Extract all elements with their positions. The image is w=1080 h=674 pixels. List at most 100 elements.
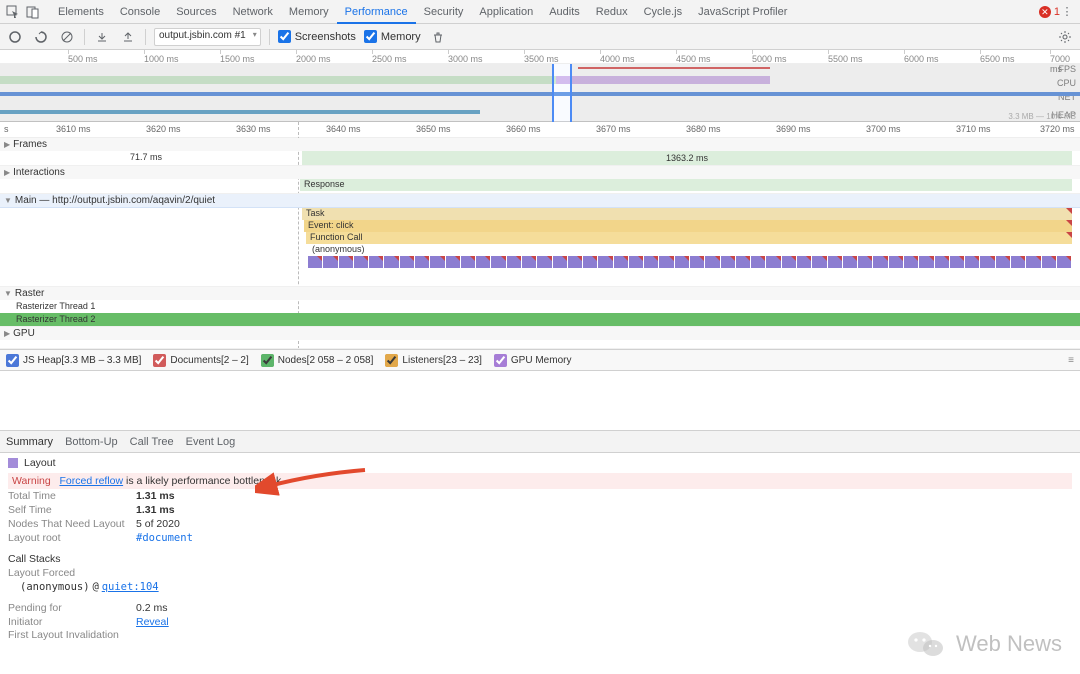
- layout-block[interactable]: [766, 256, 780, 268]
- layout-block[interactable]: [614, 256, 628, 268]
- layout-block[interactable]: [644, 256, 658, 268]
- layout-block[interactable]: [537, 256, 551, 268]
- tab-console[interactable]: Console: [112, 0, 168, 24]
- layout-block[interactable]: [659, 256, 673, 268]
- layout-block[interactable]: [415, 256, 429, 268]
- layout-block[interactable]: [736, 256, 750, 268]
- overview-selection-handle[interactable]: [552, 64, 572, 122]
- load-profile-button[interactable]: [93, 28, 111, 46]
- tab-sources[interactable]: Sources: [168, 0, 224, 24]
- layout-block[interactable]: [1026, 256, 1040, 268]
- interactions-track[interactable]: ▶Interactions Response: [0, 166, 1080, 194]
- memory-chart-area[interactable]: [0, 371, 1080, 431]
- layout-block[interactable]: [400, 256, 414, 268]
- collapse-icon[interactable]: ▶: [4, 168, 10, 177]
- more-menu-icon[interactable]: ⋮: [1060, 5, 1074, 19]
- layout-root-link[interactable]: #document: [136, 532, 193, 544]
- raster-thread-1[interactable]: Rasterizer Thread 1: [0, 300, 1080, 313]
- metric-nodes[interactable]: Nodes[2 058 – 2 058]: [261, 354, 374, 367]
- collapse-icon[interactable]: ▼: [4, 289, 12, 298]
- tab-calltree[interactable]: Call Tree: [130, 436, 174, 448]
- layout-block[interactable]: [1011, 256, 1025, 268]
- layout-block[interactable]: [690, 256, 704, 268]
- layout-block[interactable]: [873, 256, 887, 268]
- layout-block[interactable]: [919, 256, 933, 268]
- error-indicator[interactable]: ✕ 1: [1039, 6, 1060, 18]
- layout-block[interactable]: [430, 256, 444, 268]
- frame-span[interactable]: 1363.2 ms: [302, 151, 1072, 165]
- layout-block[interactable]: [1042, 256, 1056, 268]
- event-click-span[interactable]: Event: click: [304, 220, 1072, 232]
- layout-block[interactable]: [705, 256, 719, 268]
- tab-redux[interactable]: Redux: [588, 0, 636, 24]
- tab-bottomup[interactable]: Bottom-Up: [65, 436, 118, 448]
- anonymous-span[interactable]: (anonymous): [308, 244, 1072, 256]
- metric-listeners[interactable]: Listeners[23 – 23]: [385, 354, 482, 367]
- layout-block[interactable]: [568, 256, 582, 268]
- main-thread-track[interactable]: ▼Main — http://output.jsbin.com/aqavin/2…: [0, 194, 1080, 287]
- tab-security[interactable]: Security: [416, 0, 472, 24]
- device-toggle-icon[interactable]: [26, 5, 40, 19]
- layout-block[interactable]: [721, 256, 735, 268]
- tab-jsprofiler[interactable]: JavaScript Profiler: [690, 0, 795, 24]
- forced-reflow-link[interactable]: Forced reflow: [59, 475, 123, 487]
- layout-block[interactable]: [889, 256, 903, 268]
- layout-block[interactable]: [384, 256, 398, 268]
- raster-thread-2[interactable]: Rasterizer Thread 2: [0, 313, 1080, 326]
- metrics-menu-icon[interactable]: ≡: [1068, 355, 1074, 366]
- collapse-icon[interactable]: ▶: [4, 140, 10, 149]
- raster-track[interactable]: ▼Raster Rasterizer Thread 1 Rasterizer T…: [0, 287, 1080, 327]
- layout-block[interactable]: [476, 256, 490, 268]
- layout-block[interactable]: [935, 256, 949, 268]
- task-span[interactable]: Task: [302, 208, 1072, 220]
- tab-cyclejs[interactable]: Cycle.js: [636, 0, 691, 24]
- layout-block[interactable]: [675, 256, 689, 268]
- clear-button[interactable]: [58, 28, 76, 46]
- tab-summary[interactable]: Summary: [6, 436, 53, 448]
- metric-jsheap[interactable]: JS Heap[3.3 MB – 3.3 MB]: [6, 354, 141, 367]
- reveal-link[interactable]: Reveal: [136, 616, 169, 628]
- layout-block[interactable]: [782, 256, 796, 268]
- frames-track[interactable]: ▶Frames 71.7 ms 1363.2 ms: [0, 138, 1080, 166]
- response-span[interactable]: Response: [300, 179, 1072, 191]
- metric-documents[interactable]: Documents[2 – 2]: [153, 354, 248, 367]
- settings-gear-icon[interactable]: [1056, 28, 1074, 46]
- source-location-link[interactable]: quiet:104: [102, 581, 159, 593]
- memory-checkbox[interactable]: Memory: [364, 30, 421, 43]
- tab-performance[interactable]: Performance: [337, 0, 416, 24]
- layout-block[interactable]: [950, 256, 964, 268]
- layout-block[interactable]: [965, 256, 979, 268]
- tab-network[interactable]: Network: [225, 0, 281, 24]
- layout-block[interactable]: [797, 256, 811, 268]
- layout-block[interactable]: [858, 256, 872, 268]
- layout-block[interactable]: [1057, 256, 1071, 268]
- layout-block[interactable]: [598, 256, 612, 268]
- layout-block[interactable]: [323, 256, 337, 268]
- layout-block[interactable]: [629, 256, 643, 268]
- layout-block[interactable]: [996, 256, 1010, 268]
- flame-chart-area[interactable]: s 3610 ms 3620 ms 3630 ms 3640 ms 3650 m…: [0, 122, 1080, 349]
- function-call-span[interactable]: Function Call: [306, 232, 1072, 244]
- layout-block[interactable]: [369, 256, 383, 268]
- layout-block[interactable]: [843, 256, 857, 268]
- layout-block[interactable]: [980, 256, 994, 268]
- gc-button[interactable]: [429, 28, 447, 46]
- tab-audits[interactable]: Audits: [541, 0, 588, 24]
- record-button[interactable]: [6, 28, 24, 46]
- layout-block[interactable]: [446, 256, 460, 268]
- layout-block[interactable]: [491, 256, 505, 268]
- layout-block[interactable]: [308, 256, 322, 268]
- layout-block[interactable]: [461, 256, 475, 268]
- layout-blocks-row[interactable]: [0, 256, 1080, 270]
- layout-block[interactable]: [354, 256, 368, 268]
- tab-eventlog[interactable]: Event Log: [186, 436, 236, 448]
- layout-block[interactable]: [522, 256, 536, 268]
- screenshots-checkbox[interactable]: Screenshots: [278, 30, 356, 43]
- layout-block[interactable]: [904, 256, 918, 268]
- gpu-track[interactable]: ▶GPU: [0, 327, 1080, 349]
- layout-block[interactable]: [553, 256, 567, 268]
- collapse-icon[interactable]: ▶: [4, 329, 10, 338]
- tab-memory[interactable]: Memory: [281, 0, 337, 24]
- reload-record-button[interactable]: [32, 28, 50, 46]
- layout-block[interactable]: [751, 256, 765, 268]
